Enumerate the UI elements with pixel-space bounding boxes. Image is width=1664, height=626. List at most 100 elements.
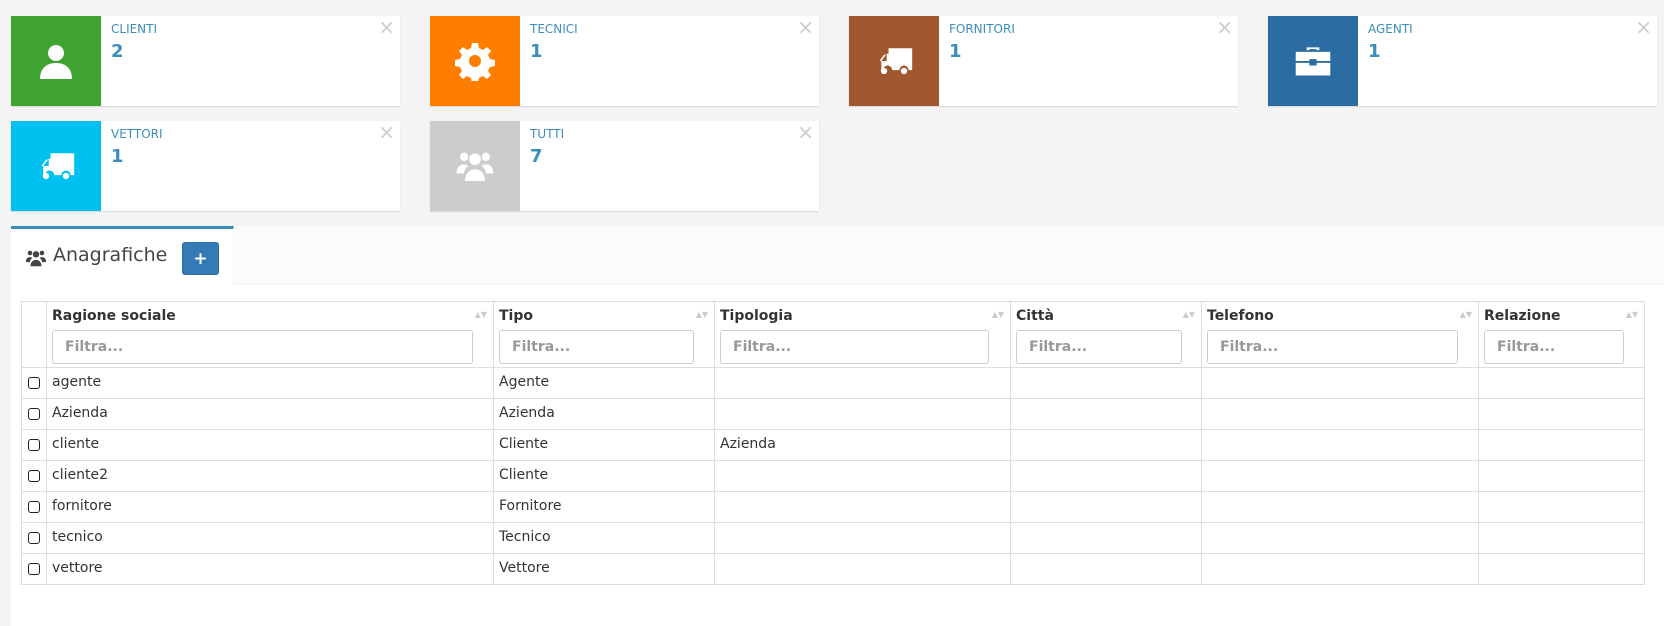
close-icon[interactable]: × (1216, 16, 1233, 38)
filter-input-tipo[interactable] (499, 330, 694, 364)
cell-relazione (1478, 367, 1645, 399)
close-icon[interactable]: × (797, 121, 814, 143)
user-icon (11, 16, 101, 106)
cell-ragione-sociale: cliente2 (46, 460, 494, 492)
truck-icon (849, 16, 939, 106)
info-box-count: 2 (111, 41, 124, 62)
info-box-label: TUTTI (530, 127, 565, 141)
column-header-tipo[interactable]: Tipo ▲▼ (493, 301, 715, 368)
sort-icon[interactable]: ▲▼ (1626, 310, 1638, 319)
table-row[interactable]: agente Agente (21, 367, 1645, 399)
users-icon (25, 248, 47, 268)
info-box-agenti[interactable]: AGENTI 1 × (1268, 16, 1657, 106)
filter-input-telefono[interactable] (1207, 330, 1458, 364)
truck-icon (11, 121, 101, 211)
column-header-citta[interactable]: Città ▲▼ (1010, 301, 1202, 368)
cell-tipologia (714, 460, 1011, 492)
cell-citta (1010, 460, 1202, 492)
sort-icon[interactable]: ▲▼ (992, 310, 1004, 319)
cell-relazione (1478, 553, 1645, 585)
cell-relazione (1478, 398, 1645, 430)
info-box-count: 1 (949, 41, 962, 62)
cell-tipologia (714, 367, 1011, 399)
filter-input-relazione[interactable] (1484, 330, 1624, 364)
row-checkbox[interactable] (28, 439, 40, 451)
info-box-count: 1 (111, 146, 124, 167)
info-box-count: 1 (1368, 41, 1381, 62)
table-row[interactable]: fornitore Fornitore (21, 491, 1645, 523)
info-box-label: VETTORI (111, 127, 163, 141)
cell-tipo: Fornitore (493, 491, 715, 523)
row-checkbox[interactable] (28, 532, 40, 544)
select-cell (21, 460, 47, 492)
row-checkbox[interactable] (28, 470, 40, 482)
info-box-tecnici[interactable]: TECNICI 1 × (430, 16, 819, 106)
row-checkbox[interactable] (28, 408, 40, 420)
page-title: Anagrafiche (53, 244, 168, 266)
filter-input-tipologia[interactable] (720, 330, 989, 364)
select-cell (21, 398, 47, 430)
cell-tipo: Cliente (493, 460, 715, 492)
column-header-relazione[interactable]: Relazione ▲▼ (1478, 301, 1645, 368)
close-icon[interactable]: × (378, 16, 395, 38)
info-box-tutti[interactable]: TUTTI 7 × (430, 121, 819, 211)
info-box-vettori[interactable]: VETTORI 1 × (11, 121, 400, 211)
row-checkbox[interactable] (28, 563, 40, 575)
cell-telefono (1201, 429, 1479, 461)
row-checkbox[interactable] (28, 377, 40, 389)
cell-tipologia (714, 522, 1011, 554)
cell-citta (1010, 367, 1202, 399)
cell-telefono (1201, 522, 1479, 554)
cell-relazione (1478, 460, 1645, 492)
filter-input-ragione-sociale[interactable] (52, 330, 473, 364)
cell-ragione-sociale: tecnico (46, 522, 494, 554)
column-label: Tipo (499, 308, 533, 324)
close-icon[interactable]: × (797, 16, 814, 38)
select-cell (21, 367, 47, 399)
table-row[interactable]: vettore Vettore (21, 553, 1645, 585)
add-button[interactable]: + (182, 242, 219, 275)
sort-icon[interactable]: ▲▼ (1460, 310, 1472, 319)
close-icon[interactable]: × (378, 121, 395, 143)
column-label: Ragione sociale (52, 308, 176, 324)
column-label: Telefono (1207, 308, 1274, 324)
cell-tipo: Vettore (493, 553, 715, 585)
select-cell (21, 429, 47, 461)
cell-telefono (1201, 398, 1479, 430)
row-checkbox[interactable] (28, 501, 40, 513)
column-header-tipologia[interactable]: Tipologia ▲▼ (714, 301, 1011, 368)
cell-telefono (1201, 460, 1479, 492)
close-icon[interactable]: × (1635, 16, 1652, 38)
cell-tipologia (714, 398, 1011, 430)
cell-tipologia: Azienda (714, 429, 1011, 461)
select-column-header (21, 301, 47, 368)
cell-citta (1010, 398, 1202, 430)
table-row[interactable]: tecnico Tecnico (21, 522, 1645, 554)
cell-tipo: Tecnico (493, 522, 715, 554)
filter-input-citta[interactable] (1016, 330, 1182, 364)
cell-citta (1010, 522, 1202, 554)
cell-citta (1010, 491, 1202, 523)
info-box-clienti[interactable]: CLIENTI 2 × (11, 16, 400, 106)
cell-tipo: Cliente (493, 429, 715, 461)
gear-icon (430, 16, 520, 106)
info-box-label: CLIENTI (111, 22, 158, 36)
info-box-count: 7 (530, 146, 543, 167)
sort-icon[interactable]: ▲▼ (475, 310, 487, 319)
table-row[interactable]: cliente Cliente Azienda (21, 429, 1645, 461)
cell-tipo: Agente (493, 367, 715, 399)
table-row[interactable]: cliente2 Cliente (21, 460, 1645, 492)
cell-relazione (1478, 522, 1645, 554)
info-box-fornitori[interactable]: FORNITORI 1 × (849, 16, 1238, 106)
select-cell (21, 491, 47, 523)
sort-icon[interactable]: ▲▼ (1183, 310, 1195, 319)
tab-anagrafiche[interactable]: Anagrafiche + (11, 226, 234, 285)
sort-icon[interactable]: ▲▼ (696, 310, 708, 319)
column-header-ragione-sociale[interactable]: Ragione sociale ▲▼ (46, 301, 494, 368)
column-header-telefono[interactable]: Telefono ▲▼ (1201, 301, 1479, 368)
cell-ragione-sociale: cliente (46, 429, 494, 461)
table-row[interactable]: Azienda Azienda (21, 398, 1645, 430)
cell-tipo: Azienda (493, 398, 715, 430)
column-label: Relazione (1484, 308, 1561, 324)
anagrafiche-table: Ragione sociale ▲▼ Tipo ▲▼ Tipologia ▲▼ … (21, 301, 1645, 585)
